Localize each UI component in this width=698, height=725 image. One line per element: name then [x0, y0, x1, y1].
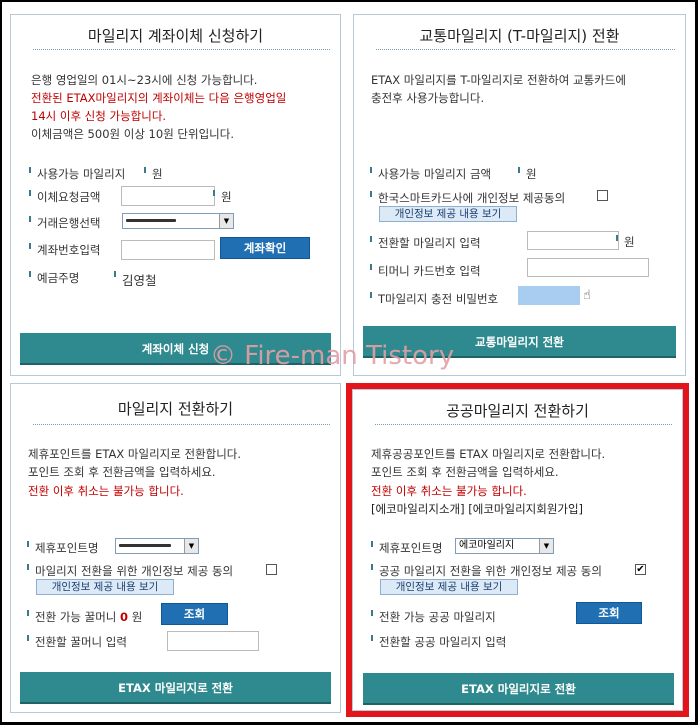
panel-title: 교통마일리지 (T-마일리지) 전환	[419, 27, 620, 45]
transfer-submit-button[interactable]: 계좌이체 신청	[20, 333, 331, 365]
consent-label: 한국스마트카드사에 개인정보 제공동의	[369, 191, 566, 205]
partner-point-select[interactable]: ▼	[115, 538, 199, 554]
unit-label: 원	[131, 610, 143, 624]
available-mileage-label: 사용가능 마일리지 금액	[369, 167, 492, 181]
available-mileage-label: 사용가능 마일리지	[28, 167, 126, 181]
lookup-button[interactable]: 조회	[161, 603, 228, 625]
blurred-value	[126, 219, 176, 222]
partner-point-label: 제휴포인트명	[26, 541, 99, 555]
convert-amount-label: 전환할 꿀머니 입력	[27, 635, 127, 649]
consent-checkbox[interactable]	[266, 564, 277, 575]
bank-select-label: 거래은행선택	[28, 216, 101, 230]
consent-label: 마일리지 전환을 위한 개인정보 제공 동의	[26, 564, 234, 578]
convert-amount-label: 전환할 마일리지 입력	[370, 236, 481, 250]
divider	[376, 49, 675, 50]
tmoney-card-input[interactable]	[527, 258, 649, 277]
info-text: ETAX 마일리지를 T-마일리지로 전환하여 교통카드에	[371, 73, 626, 87]
password-input[interactable]	[518, 286, 580, 305]
account-number-input[interactable]	[121, 240, 215, 260]
red-highlight-box	[346, 383, 689, 717]
info-text: 충전후 사용가능합니다.	[371, 91, 485, 105]
blurred-value	[119, 544, 171, 547]
panel-title: 마일리지 전환하기	[117, 400, 234, 418]
unit-label: 원	[616, 235, 635, 249]
tmoney-card-label: 티머니 카드번호 입력	[370, 264, 481, 278]
bank-select[interactable]: ▼	[122, 213, 234, 229]
account-check-button[interactable]: 계좌확인	[220, 237, 310, 259]
available-points-value: 0	[120, 610, 129, 624]
transfer-amount-label: 이체요청금액	[28, 190, 101, 204]
warning-text: 전환된 ETAX마일리지의 계좌이체는 다음 은행영업일	[31, 91, 287, 105]
available-points-text: 전환 가능 꿀머니	[35, 610, 117, 624]
account-number-label: 계좌번호입력	[28, 243, 101, 257]
account-holder-label: 예금주명	[28, 271, 80, 285]
consent-view-button[interactable]: 개인정보 제공 내용 보기	[379, 206, 517, 222]
convert-amount-input[interactable]	[527, 231, 619, 250]
divider	[33, 424, 330, 425]
account-transfer-panel: 마일리지 계좌이체 신청하기 은행 영업일의 01시~23시에 신청 가능합니다…	[10, 14, 341, 376]
convert-amount-input[interactable]	[167, 631, 259, 651]
info-text: 이체금액은 500원 이상 10원 단위입니다.	[31, 127, 234, 141]
t-mileage-submit-button[interactable]: 교통마일리지 전환	[363, 326, 676, 358]
info-text: 제휴포인트를 ETAX 마일리지로 전환합니다.	[28, 447, 242, 461]
warning-text: 전환 이후 취소는 불가능 합니다.	[28, 484, 184, 498]
unit-label: 원	[213, 190, 232, 204]
available-points-label: 전환 가능 꿀머니 0 원	[26, 609, 143, 625]
panel-title: 마일리지 계좌이체 신청하기	[87, 27, 264, 45]
chevron-down-icon: ▼	[184, 539, 198, 553]
t-mileage-panel: 교통마일리지 (T-마일리지) 전환 ETAX 마일리지를 T-마일리지로 전환…	[353, 14, 686, 376]
chevron-down-icon: ▼	[219, 214, 233, 228]
consent-checkbox[interactable]	[597, 190, 608, 201]
mileage-convert-panel: 마일리지 전환하기 제휴포인트를 ETAX 마일리지로 전환합니다. 포인트 조…	[10, 383, 341, 713]
unit-label: 원	[518, 167, 537, 181]
unit-label: 원	[144, 167, 163, 181]
consent-view-button[interactable]: 개인정보 제공 내용 보기	[36, 579, 174, 595]
info-text: 포인트 조회 후 전환금액을 입력하세요.	[28, 465, 216, 479]
hand-cursor-icon: ☝	[583, 288, 591, 303]
account-holder-value: 김영철	[114, 270, 157, 289]
warning-text: 14시 이후 신청 가능합니다.	[31, 109, 167, 123]
etax-convert-button[interactable]: ETAX 마일리지로 전환	[20, 672, 331, 704]
divider	[33, 49, 330, 50]
password-label: T마일리지 충전 비밀번호	[369, 292, 499, 306]
info-text: 은행 영업일의 01시~23시에 신청 가능합니다.	[31, 73, 258, 87]
transfer-amount-input[interactable]	[121, 186, 215, 206]
